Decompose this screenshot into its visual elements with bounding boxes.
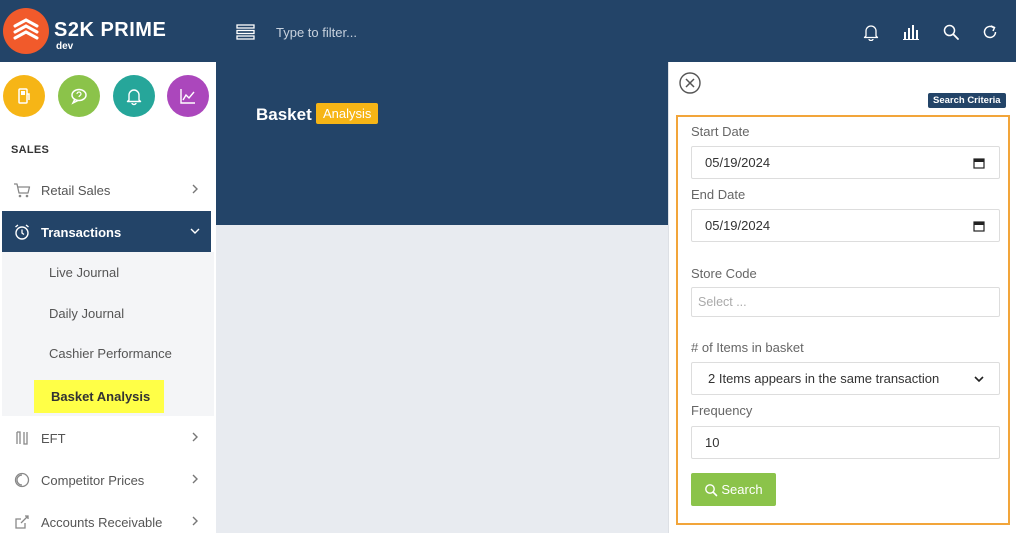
search-criteria-badge: Search Criteria: [928, 93, 1006, 108]
store-code-label: Store Code: [691, 266, 757, 281]
chevron-right-icon: [189, 515, 201, 527]
coin-icon: [12, 470, 32, 490]
cart-icon: [12, 180, 32, 200]
top-bar: S2K PRIME dev: [0, 0, 1016, 62]
chevron-right-icon: [189, 183, 201, 195]
items-in-basket-label: # of Items in basket: [691, 340, 804, 355]
sidebar: SALES Retail Sales Transactions Live Jou…: [0, 62, 216, 533]
items-in-basket-select[interactable]: 2 Items appears in the same transaction: [691, 362, 1000, 395]
frequency-input[interactable]: 10: [691, 426, 1000, 459]
store-code-select[interactable]: Select ...: [691, 287, 1000, 317]
store-code-placeholder: Select ...: [698, 295, 747, 309]
search-icon: [705, 483, 718, 496]
eft-icon: [12, 428, 32, 448]
frequency-value: 10: [705, 435, 720, 450]
start-date-label: Start Date: [691, 124, 750, 139]
close-icon[interactable]: [679, 72, 701, 94]
fuel-icon[interactable]: [3, 75, 45, 117]
transactions-submenu: Live Journal Daily Journal Cashier Perfo…: [2, 252, 214, 416]
search-button[interactable]: Search: [691, 473, 776, 506]
submenu-item-basket-analysis[interactable]: Basket Analysis: [34, 380, 164, 413]
search-button-label: Search: [721, 482, 763, 497]
sidebar-item-label: Competitor Prices: [41, 472, 145, 488]
submenu-item-live-journal[interactable]: Live Journal: [49, 265, 119, 280]
start-date-value: 05/19/2024: [705, 155, 771, 170]
sidebar-item-retail-sales[interactable]: Retail Sales: [2, 169, 211, 211]
environment-label: dev: [56, 41, 74, 52]
chevron-right-icon: [189, 473, 201, 485]
page-header: Basket Analysis: [216, 62, 668, 225]
end-date-field[interactable]: 05/19/2024: [691, 209, 1000, 242]
refresh-icon[interactable]: [979, 21, 1001, 43]
chevron-right-icon: [189, 431, 201, 443]
end-date-label: End Date: [691, 187, 746, 202]
chat-icon[interactable]: [58, 75, 100, 117]
calendar-icon[interactable]: [973, 220, 985, 232]
external-link-icon: [12, 512, 32, 532]
items-in-basket-value: 2 Items appears in the same transaction: [708, 371, 940, 386]
chevron-down-icon: [973, 373, 985, 385]
bell-icon[interactable]: [113, 75, 155, 117]
page-title-badge: Analysis: [316, 103, 379, 124]
sidebar-item-accounts-receivable[interactable]: Accounts Receivable: [2, 501, 211, 533]
search-icon[interactable]: [940, 21, 962, 43]
brand-name: S2K PRIME: [54, 19, 167, 41]
sidebar-item-competitor-prices[interactable]: Competitor Prices: [2, 459, 211, 501]
logo-icon: [13, 18, 39, 40]
logo[interactable]: [3, 8, 49, 54]
calendar-icon[interactable]: [973, 157, 985, 169]
sidebar-item-eft[interactable]: EFT: [2, 417, 211, 459]
bell-icon[interactable]: [860, 21, 882, 43]
filter-input[interactable]: [270, 20, 570, 44]
search-criteria-form: Start Date 05/19/2024 End Date 05/19/202…: [676, 115, 1010, 525]
page-title: Basket: [256, 105, 312, 124]
sidebar-item-label: Retail Sales: [41, 182, 111, 198]
sidebar-item-transactions[interactable]: Transactions: [2, 211, 211, 253]
alarm-clock-icon: [12, 222, 32, 242]
end-date-value: 05/19/2024: [705, 218, 771, 233]
sidebar-item-label: EFT: [41, 430, 66, 446]
line-chart-icon[interactable]: [167, 75, 209, 117]
chevron-down-icon: [189, 225, 201, 237]
sidebar-item-label: Transactions: [41, 224, 122, 240]
section-label-sales: SALES: [11, 144, 50, 156]
frequency-label: Frequency: [691, 403, 753, 418]
sidebar-item-label: Accounts Receivable: [41, 514, 163, 530]
submenu-item-cashier-performance[interactable]: Cashier Performance: [49, 346, 172, 361]
submenu-item-daily-journal[interactable]: Daily Journal: [49, 306, 124, 321]
start-date-field[interactable]: 05/19/2024: [691, 146, 1000, 179]
search-criteria-panel: Search Criteria Start Date 05/19/2024 En…: [668, 62, 1016, 533]
bar-chart-icon[interactable]: [900, 21, 922, 43]
menu-icon[interactable]: [236, 24, 256, 40]
